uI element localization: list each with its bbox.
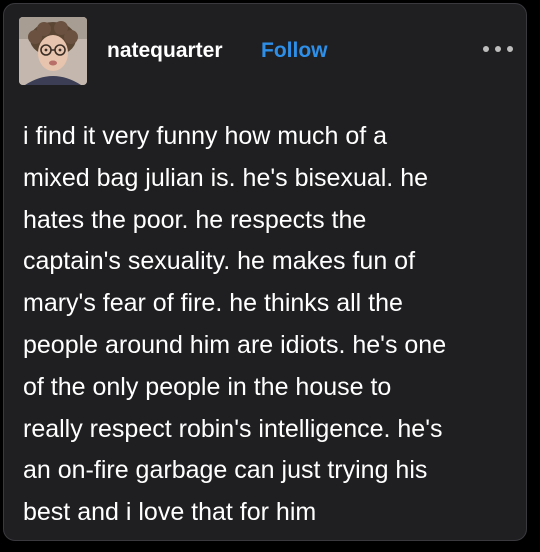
post-body: i find it very funny how much of a mixed… — [23, 116, 513, 534]
post-body-line: i find it very funny how much of a — [23, 122, 388, 150]
post-card: natequarter Follow i find it very funny … — [3, 3, 527, 541]
post-body-line: best and i love that for him — [23, 498, 317, 527]
more-dot — [495, 46, 501, 52]
more-dot — [507, 46, 513, 52]
avatar-image — [19, 17, 87, 85]
post-body-line: an on-fire garbage can just trying his — [23, 456, 428, 485]
post-body-line: mixed bag julian is. he's bisexual. he — [23, 163, 429, 192]
follow-button[interactable]: Follow — [261, 37, 328, 65]
post-body-line: of the only people in the house to — [23, 372, 392, 401]
avatar[interactable] — [19, 17, 87, 85]
post-body-line: hates the poor. he respects the — [23, 205, 367, 234]
post-body-line: people around him are idiots. he's one — [23, 330, 447, 359]
post-body-line: captain's sexuality. he makes fun of — [23, 247, 416, 276]
post-body-line: mary's fear of fire. he thinks all the — [23, 289, 403, 318]
post-body-line: really respect robin's intelligence. he'… — [23, 414, 443, 443]
more-dot — [483, 46, 489, 52]
username-link[interactable]: natequarter — [107, 37, 223, 65]
more-options-icon[interactable] — [483, 39, 517, 59]
